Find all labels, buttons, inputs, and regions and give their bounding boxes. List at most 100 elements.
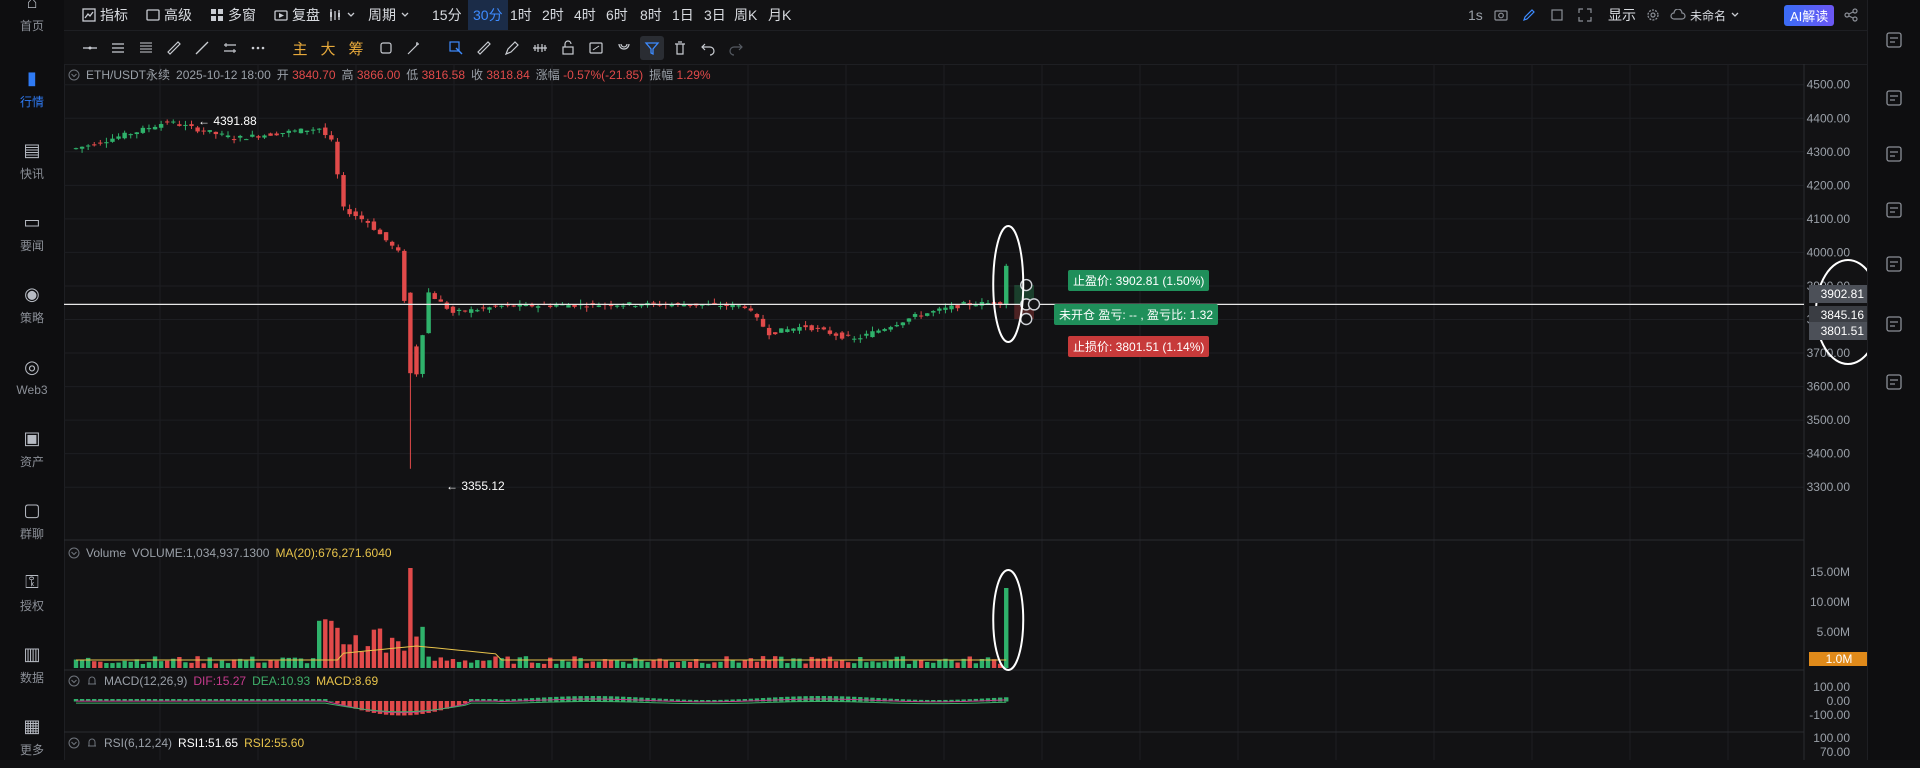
exchange-icon[interactable] <box>1884 372 1904 392</box>
nav-item-3[interactable]: ▭ 要闻 <box>0 202 64 264</box>
clear-tool[interactable] <box>402 36 426 60</box>
bell-icon[interactable] <box>86 737 98 749</box>
candle-body <box>949 305 954 310</box>
volume-bar <box>304 663 310 668</box>
chart-type-dropdown[interactable] <box>328 0 356 30</box>
popout-button[interactable] <box>1550 0 1564 30</box>
display-button[interactable]: 显示 <box>1608 0 1636 30</box>
bell-icon[interactable] <box>86 675 98 687</box>
top-toolbar: 指标 高级 多窗 复盘 周期 15分 30分 1时 2时 4时 6时 8时 1日 3日 周K 月K … <box>64 0 1868 31</box>
volume-bar <box>128 661 133 668</box>
ruler-tool[interactable] <box>162 36 186 60</box>
parallel-lines-tool[interactable] <box>106 36 130 60</box>
fullscreen-button[interactable] <box>1578 0 1592 30</box>
macd-value: MACD:8.69 <box>316 674 379 688</box>
volume-bar <box>663 659 668 668</box>
ai-interpret-button[interactable]: AI解读 <box>1784 0 1835 30</box>
volume-bar <box>675 662 681 668</box>
filter-tool[interactable] <box>640 36 664 60</box>
collapse-icon[interactable] <box>68 737 80 749</box>
nav-item-1[interactable]: ▮ 行情 <box>0 58 64 120</box>
volume-bar <box>760 656 766 668</box>
volume-bar <box>925 662 930 668</box>
main-chart-toggle[interactable]: 主 <box>288 36 312 60</box>
interval-tab-6[interactable]: 8时 <box>640 0 662 30</box>
replay-button[interactable]: 复盘 <box>274 0 320 30</box>
period-label: 周期 <box>368 7 396 23</box>
advanced-button[interactable]: 高级 <box>146 0 192 30</box>
display-label: 显示 <box>1608 7 1636 23</box>
volume-bar <box>347 644 352 668</box>
copy-tool[interactable] <box>374 36 398 60</box>
pen-tool[interactable] <box>500 36 524 60</box>
bot-icon[interactable] <box>1884 314 1904 334</box>
period-dropdown[interactable]: 周期 <box>368 0 410 30</box>
trend-line-tool[interactable] <box>190 36 214 60</box>
candlestick-chart[interactable]: 4500.00 4400.00 4300.00 4200.00 4100.00 4000.… <box>64 64 1881 760</box>
nav-item-8[interactable]: ⚿ 授权 <box>0 562 64 624</box>
collapse-icon[interactable] <box>68 547 80 559</box>
delete-tool[interactable] <box>668 36 692 60</box>
measure-tool[interactable] <box>472 36 496 60</box>
collapse-icon[interactable] <box>68 675 80 687</box>
cursor-tool[interactable] <box>444 36 468 60</box>
collapse-icon[interactable] <box>68 69 80 81</box>
indicator-icon <box>82 8 96 22</box>
hide-tool[interactable] <box>584 36 608 60</box>
interval-tab-2[interactable]: 1时 <box>510 0 532 30</box>
interval-tab-8[interactable]: 3日 <box>704 0 726 30</box>
undo-button[interactable] <box>696 36 720 60</box>
volume-bar <box>621 661 626 668</box>
candle-body <box>219 133 225 135</box>
nav-item-0[interactable]: ⌂ 首页 <box>0 0 64 44</box>
nav-item-9[interactable]: ▥ 数据 <box>0 634 64 696</box>
volume-bar <box>408 568 413 668</box>
candle-body <box>402 250 407 301</box>
redo-button[interactable] <box>724 36 748 60</box>
layout-dropdown[interactable]: 未命名 <box>1670 0 1740 30</box>
refresh-rate[interactable]: 1s <box>1468 0 1483 30</box>
take-profit-tag[interactable]: 止盈价: 3902.81 (1.50%) <box>1068 270 1210 291</box>
multi-window-button[interactable]: 多窗 <box>210 0 256 30</box>
amp-label: 振幅 <box>649 68 674 82</box>
weight-tool[interactable] <box>528 36 552 60</box>
nav-item-2[interactable]: ▤ 快讯 <box>0 130 64 192</box>
chart-area[interactable]: 4500.00 4400.00 4300.00 4200.00 4100.00 4000.… <box>64 64 1881 760</box>
stop-loss-tag[interactable]: 止损价: 3801.51 (1.14%) <box>1068 336 1210 357</box>
calculator-icon[interactable] <box>1884 254 1904 274</box>
big-chart-toggle[interactable]: 大 <box>316 36 340 60</box>
interval-tab-7[interactable]: 1日 <box>672 0 694 30</box>
candle-body <box>335 141 340 175</box>
more-tools-button[interactable] <box>246 36 270 60</box>
interval-tab-5[interactable]: 6时 <box>606 0 628 30</box>
fib-tool[interactable] <box>134 36 158 60</box>
transfer-icon[interactable] <box>1884 88 1904 108</box>
lock-tool[interactable] <box>556 36 580 60</box>
chips-toggle[interactable]: 筹 <box>344 36 368 60</box>
monitor-icon[interactable] <box>1884 200 1904 220</box>
interval-tab-3[interactable]: 2时 <box>542 0 564 30</box>
screenshot-button[interactable] <box>1494 0 1508 30</box>
nav-item-4[interactable]: ◉ 策略 <box>0 274 64 336</box>
interval-tab-10[interactable]: 月K <box>768 0 791 30</box>
nav-item-10[interactable]: ▦ 更多 <box>0 706 64 768</box>
drawing-toolbar: 主 大 筹 <box>64 31 1868 65</box>
indicators-button[interactable]: 指标 <box>82 0 128 30</box>
interval-tab-0[interactable]: 15分 <box>432 0 462 30</box>
horizontal-line-tool[interactable] <box>78 36 102 60</box>
nav-item-7[interactable]: ▢ 群聊 <box>0 490 64 552</box>
position-status-tag[interactable]: 未开仓 盈亏: -- , 盈亏比: 1.32 <box>1054 304 1219 325</box>
interval-tab-9[interactable]: 周K <box>734 0 757 30</box>
channel-tool[interactable] <box>218 36 242 60</box>
nav-item-5[interactable]: ◎ Web3 <box>0 346 64 408</box>
settings-button[interactable] <box>1646 0 1660 30</box>
depth-icon[interactable] <box>1884 144 1904 164</box>
interval-tab-4[interactable]: 4时 <box>574 0 596 30</box>
share-button[interactable] <box>1844 0 1858 30</box>
macd-bar <box>541 697 547 702</box>
orderbook-icon[interactable] <box>1884 30 1904 50</box>
edit-button[interactable] <box>1522 0 1536 30</box>
magnet-tool[interactable] <box>612 36 636 60</box>
nav-item-6[interactable]: ▣ 资产 <box>0 418 64 480</box>
interval-tab-1[interactable]: 30分 <box>468 0 508 30</box>
